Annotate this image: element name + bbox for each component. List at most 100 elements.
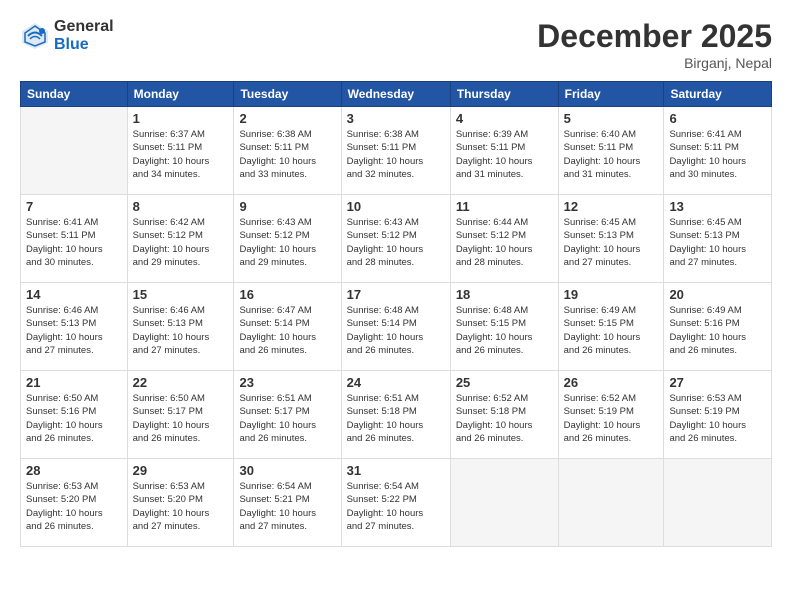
day-number: 26 xyxy=(564,375,659,390)
day-number: 29 xyxy=(133,463,229,478)
week-row-2: 7 Sunrise: 6:41 AM Sunset: 5:11 PM Daylig… xyxy=(21,195,772,283)
location: Birganj, Nepal xyxy=(537,55,772,71)
day-info: Sunrise: 6:48 AM Sunset: 5:15 PM Dayligh… xyxy=(456,304,553,357)
day-number: 31 xyxy=(347,463,445,478)
day-number: 19 xyxy=(564,287,659,302)
day-cell: 2 Sunrise: 6:38 AM Sunset: 5:11 PM Daylig… xyxy=(234,107,341,195)
day-number: 14 xyxy=(26,287,122,302)
day-cell: 7 Sunrise: 6:41 AM Sunset: 5:11 PM Daylig… xyxy=(21,195,128,283)
day-number: 10 xyxy=(347,199,445,214)
col-wednesday: Wednesday xyxy=(341,82,450,107)
day-cell: 14 Sunrise: 6:46 AM Sunset: 5:13 PM Dayli… xyxy=(21,283,128,371)
day-number: 24 xyxy=(347,375,445,390)
day-info: Sunrise: 6:52 AM Sunset: 5:18 PM Dayligh… xyxy=(456,392,553,445)
day-number: 27 xyxy=(669,375,766,390)
day-info: Sunrise: 6:46 AM Sunset: 5:13 PM Dayligh… xyxy=(26,304,122,357)
day-cell: 24 Sunrise: 6:51 AM Sunset: 5:18 PM Dayli… xyxy=(341,371,450,459)
day-info: Sunrise: 6:53 AM Sunset: 5:20 PM Dayligh… xyxy=(26,480,122,533)
day-cell: 26Sunrise: 6:52 AM Sunset: 5:19 PM Dayli… xyxy=(558,371,664,459)
day-cell: 31Sunrise: 6:54 AM Sunset: 5:22 PM Dayli… xyxy=(341,459,450,547)
day-info: Sunrise: 6:49 AM Sunset: 5:15 PM Dayligh… xyxy=(564,304,659,357)
day-info: Sunrise: 6:54 AM Sunset: 5:21 PM Dayligh… xyxy=(239,480,335,533)
day-info: Sunrise: 6:50 AM Sunset: 5:16 PM Dayligh… xyxy=(26,392,122,445)
col-sunday: Sunday xyxy=(21,82,128,107)
day-info: Sunrise: 6:38 AM Sunset: 5:11 PM Dayligh… xyxy=(239,128,335,181)
day-number: 12 xyxy=(564,199,659,214)
day-cell: 29Sunrise: 6:53 AM Sunset: 5:20 PM Dayli… xyxy=(127,459,234,547)
day-info: Sunrise: 6:37 AM Sunset: 5:11 PM Dayligh… xyxy=(133,128,229,181)
day-number: 9 xyxy=(239,199,335,214)
day-cell: 11 Sunrise: 6:44 AM Sunset: 5:12 PM Dayli… xyxy=(450,195,558,283)
page: General Blue December 2025 Birganj, Nepa… xyxy=(0,0,792,612)
day-cell: 28 Sunrise: 6:53 AM Sunset: 5:20 PM Dayli… xyxy=(21,459,128,547)
day-info: Sunrise: 6:48 AM Sunset: 5:14 PM Dayligh… xyxy=(347,304,445,357)
logo-icon xyxy=(20,21,50,51)
day-cell xyxy=(558,459,664,547)
day-info: Sunrise: 6:40 AM Sunset: 5:11 PM Dayligh… xyxy=(564,128,659,181)
day-info: Sunrise: 6:45 AM Sunset: 5:13 PM Dayligh… xyxy=(669,216,766,269)
day-cell xyxy=(664,459,772,547)
day-cell xyxy=(450,459,558,547)
month-title: December 2025 xyxy=(537,18,772,55)
day-number: 1 xyxy=(133,111,229,126)
day-info: Sunrise: 6:49 AM Sunset: 5:16 PM Dayligh… xyxy=(669,304,766,357)
header: General Blue December 2025 Birganj, Nepa… xyxy=(20,18,772,71)
day-number: 20 xyxy=(669,287,766,302)
day-cell: 1 Sunrise: 6:37 AM Sunset: 5:11 PM Daylig… xyxy=(127,107,234,195)
day-number: 30 xyxy=(239,463,335,478)
day-cell: 9 Sunrise: 6:43 AM Sunset: 5:12 PM Daylig… xyxy=(234,195,341,283)
day-info: Sunrise: 6:41 AM Sunset: 5:11 PM Dayligh… xyxy=(26,216,122,269)
col-thursday: Thursday xyxy=(450,82,558,107)
day-number: 13 xyxy=(669,199,766,214)
week-row-5: 28 Sunrise: 6:53 AM Sunset: 5:20 PM Dayli… xyxy=(21,459,772,547)
day-cell: 6Sunrise: 6:41 AM Sunset: 5:11 PM Daylig… xyxy=(664,107,772,195)
day-info: Sunrise: 6:43 AM Sunset: 5:12 PM Dayligh… xyxy=(239,216,335,269)
day-info: Sunrise: 6:53 AM Sunset: 5:19 PM Dayligh… xyxy=(669,392,766,445)
day-cell xyxy=(21,107,128,195)
calendar-table: Sunday Monday Tuesday Wednesday Thursday… xyxy=(20,81,772,547)
col-monday: Monday xyxy=(127,82,234,107)
col-friday: Friday xyxy=(558,82,664,107)
day-info: Sunrise: 6:42 AM Sunset: 5:12 PM Dayligh… xyxy=(133,216,229,269)
day-cell: 23 Sunrise: 6:51 AM Sunset: 5:17 PM Dayli… xyxy=(234,371,341,459)
day-info: Sunrise: 6:44 AM Sunset: 5:12 PM Dayligh… xyxy=(456,216,553,269)
day-number: 28 xyxy=(26,463,122,478)
day-cell: 22Sunrise: 6:50 AM Sunset: 5:17 PM Dayli… xyxy=(127,371,234,459)
day-number: 23 xyxy=(239,375,335,390)
day-number: 8 xyxy=(133,199,229,214)
day-cell: 8 Sunrise: 6:42 AM Sunset: 5:12 PM Daylig… xyxy=(127,195,234,283)
logo-blue-text: Blue xyxy=(54,36,114,54)
day-info: Sunrise: 6:51 AM Sunset: 5:17 PM Dayligh… xyxy=(239,392,335,445)
week-row-4: 21 Sunrise: 6:50 AM Sunset: 5:16 PM Dayli… xyxy=(21,371,772,459)
day-cell: 21 Sunrise: 6:50 AM Sunset: 5:16 PM Dayli… xyxy=(21,371,128,459)
logo: General Blue xyxy=(20,18,114,53)
day-number: 22 xyxy=(133,375,229,390)
day-cell: 27 Sunrise: 6:53 AM Sunset: 5:19 PM Dayli… xyxy=(664,371,772,459)
day-number: 6 xyxy=(669,111,766,126)
col-tuesday: Tuesday xyxy=(234,82,341,107)
day-number: 15 xyxy=(133,287,229,302)
day-number: 3 xyxy=(347,111,445,126)
calendar-body: 1 Sunrise: 6:37 AM Sunset: 5:11 PM Daylig… xyxy=(21,107,772,547)
day-number: 2 xyxy=(239,111,335,126)
day-info: Sunrise: 6:46 AM Sunset: 5:13 PM Dayligh… xyxy=(133,304,229,357)
day-info: Sunrise: 6:51 AM Sunset: 5:18 PM Dayligh… xyxy=(347,392,445,445)
title-block: December 2025 Birganj, Nepal xyxy=(537,18,772,71)
day-info: Sunrise: 6:45 AM Sunset: 5:13 PM Dayligh… xyxy=(564,216,659,269)
day-info: Sunrise: 6:38 AM Sunset: 5:11 PM Dayligh… xyxy=(347,128,445,181)
day-number: 5 xyxy=(564,111,659,126)
day-number: 7 xyxy=(26,199,122,214)
day-number: 11 xyxy=(456,199,553,214)
day-number: 21 xyxy=(26,375,122,390)
day-cell: 5 Sunrise: 6:40 AM Sunset: 5:11 PM Daylig… xyxy=(558,107,664,195)
day-info: Sunrise: 6:39 AM Sunset: 5:11 PM Dayligh… xyxy=(456,128,553,181)
day-info: Sunrise: 6:43 AM Sunset: 5:12 PM Dayligh… xyxy=(347,216,445,269)
day-info: Sunrise: 6:47 AM Sunset: 5:14 PM Dayligh… xyxy=(239,304,335,357)
day-cell: 13 Sunrise: 6:45 AM Sunset: 5:13 PM Dayli… xyxy=(664,195,772,283)
header-row: Sunday Monday Tuesday Wednesday Thursday… xyxy=(21,82,772,107)
week-row-1: 1 Sunrise: 6:37 AM Sunset: 5:11 PM Daylig… xyxy=(21,107,772,195)
logo-text: General Blue xyxy=(54,18,114,53)
day-number: 17 xyxy=(347,287,445,302)
logo-general-text: General xyxy=(54,18,114,36)
day-cell: 15 Sunrise: 6:46 AM Sunset: 5:13 PM Dayli… xyxy=(127,283,234,371)
